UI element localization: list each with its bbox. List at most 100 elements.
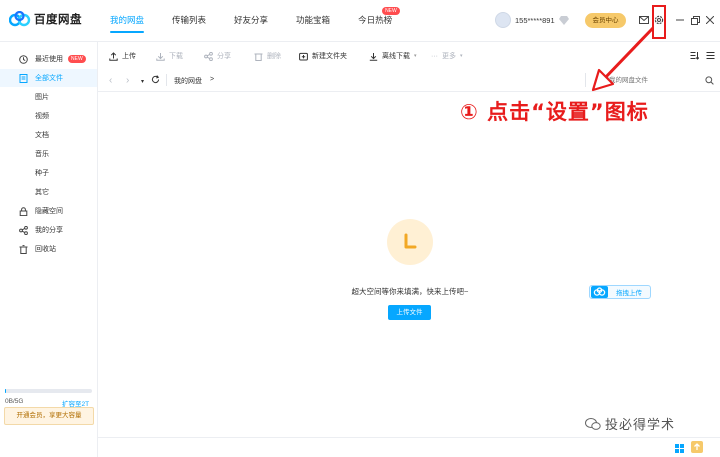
sidebar-item-torrents[interactable]: 种子	[0, 164, 97, 182]
new-folder-label: 新建文件夹	[312, 53, 347, 60]
sidebar-item-images[interactable]: 图片	[0, 88, 97, 106]
drag-upload-button[interactable]: 拖拽上传	[589, 285, 651, 299]
sidebar-item-my-share[interactable]: 我的分享	[0, 221, 97, 239]
user-info[interactable]: 155*****891	[495, 12, 569, 28]
upload-file-button[interactable]: 上传文件	[388, 305, 431, 320]
breadcrumb-separator: >	[210, 76, 215, 83]
list-view-icon[interactable]	[706, 51, 715, 60]
watermark: 投必得学术	[585, 414, 675, 433]
avatar[interactable]	[495, 12, 511, 28]
sidebar-item-label: 最近使用	[35, 56, 63, 63]
tab-label: 功能宝箱	[296, 15, 331, 25]
sidebar-item-videos[interactable]: 视频	[0, 107, 97, 125]
minimize-icon[interactable]	[674, 14, 686, 26]
sidebar-item-recycle-bin[interactable]: 回收站	[0, 240, 97, 258]
sidebar-item-label: 种子	[35, 170, 49, 177]
tab-hot-list[interactable]: 今日热榜 NEW	[358, 7, 400, 42]
back-icon[interactable]: ‹	[109, 75, 112, 86]
cloud-upload-icon	[591, 286, 608, 298]
upload-icon	[109, 51, 118, 61]
sidebar-item-label: 回收站	[35, 246, 56, 253]
download-button[interactable]: 下载	[156, 51, 183, 61]
clock-icon	[18, 54, 28, 64]
history-dropdown-icon[interactable]: ▾	[141, 78, 144, 85]
lock-icon	[18, 206, 28, 216]
chevron-down-icon: ▾	[414, 53, 417, 59]
sidebar-item-label: 音乐	[35, 151, 49, 158]
sidebar-item-recent[interactable]: 最近使用 NEW	[0, 50, 97, 68]
download-label: 下载	[169, 53, 183, 60]
main-nav: 我的网盘 传输列表 好友分享 功能宝箱 今日热榜 NEW	[110, 7, 420, 42]
sidebar-item-others[interactable]: 其它	[0, 183, 97, 201]
offline-download-button[interactable]: 离线下载 ▾	[369, 51, 417, 61]
download-icon	[156, 52, 165, 61]
tab-my-netdisk[interactable]: 我的网盘	[110, 14, 145, 42]
forward-icon[interactable]: ›	[126, 75, 129, 86]
tab-label: 传输列表	[172, 15, 207, 25]
username: 155*****891	[515, 15, 555, 25]
delete-label: 删除	[267, 53, 281, 60]
empty-folder-icon	[387, 219, 433, 265]
upgrade-promo-button[interactable]: 开通会员，享更大容量	[4, 407, 94, 425]
new-badge: NEW	[382, 7, 400, 15]
offline-download-icon	[369, 52, 378, 61]
watermark-text: 投必得学术	[605, 417, 676, 432]
offline-download-label: 离线下载	[382, 53, 410, 60]
trash-icon	[18, 244, 28, 254]
trash-icon	[254, 53, 263, 61]
search-icon[interactable]	[705, 76, 714, 85]
wechat-icon	[585, 417, 601, 430]
app-window: 百度网盘 我的网盘 传输列表 好友分享 功能宝箱 今日热榜 NEW 155****…	[0, 0, 720, 457]
share-icon	[18, 225, 28, 235]
new-badge: NEW	[68, 55, 86, 63]
upload-label: 上传	[122, 53, 136, 60]
sidebar-item-documents[interactable]: 文档	[0, 126, 97, 144]
logo-text: 百度网盘	[34, 14, 82, 26]
footer	[98, 437, 720, 457]
annotation-arrow	[591, 26, 655, 92]
tab-label: 好友分享	[234, 15, 269, 25]
tab-toolbox[interactable]: 功能宝箱	[296, 14, 330, 42]
tab-label: 我的网盘	[110, 15, 145, 25]
grid-view-icon[interactable]	[675, 444, 684, 453]
annotation-text: ① 点击“设置”图标	[460, 100, 649, 124]
tab-label: 今日热榜	[358, 15, 393, 25]
more-dots-icon: ···	[431, 52, 438, 60]
sidebar-item-label: 我的分享	[35, 227, 63, 234]
quota-text: 0B/5G	[5, 398, 24, 405]
sidebar-item-label: 图片	[35, 94, 49, 101]
new-folder-button[interactable]: 新建文件夹	[299, 51, 347, 61]
tab-transfer-list[interactable]: 传输列表	[172, 14, 206, 42]
close-icon[interactable]	[704, 14, 716, 26]
sidebar-item-label: 文档	[35, 132, 49, 139]
logo: 百度网盘	[9, 11, 82, 27]
more-label: 更多	[442, 53, 456, 60]
quota-progress-bar	[5, 389, 92, 393]
sidebar-item-label: 视频	[35, 113, 49, 120]
empty-message: 超大空间等你来填满，快来上传吧~	[351, 287, 469, 296]
restore-icon[interactable]	[689, 14, 701, 26]
sidebar: 最近使用 NEW 全部文件 图片 视频 文档 音乐 种子 其它 隐藏空间 我的分…	[0, 42, 98, 457]
divider	[166, 74, 167, 86]
file-icon	[18, 73, 28, 83]
sort-icon[interactable]	[690, 51, 699, 60]
breadcrumb[interactable]: 我的网盘	[174, 76, 202, 86]
share-label: 分享	[217, 53, 231, 60]
expand-quota-link[interactable]: 扩容至2T	[62, 398, 89, 408]
sidebar-item-hidden-space[interactable]: 隐藏空间	[0, 202, 97, 220]
drag-upload-label: 拖拽上传	[616, 290, 642, 297]
more-button[interactable]: ··· 更多 ▾	[431, 51, 463, 61]
quota-progress-fill	[5, 389, 6, 393]
chevron-down-icon: ▾	[460, 53, 463, 59]
tab-friend-share[interactable]: 好友分享	[234, 14, 268, 42]
sidebar-item-label: 隐藏空间	[35, 208, 63, 215]
sidebar-item-all-files[interactable]: 全部文件	[0, 69, 97, 87]
share-button[interactable]: 分享	[204, 51, 231, 61]
sidebar-item-label: 全部文件	[35, 75, 63, 82]
refresh-icon[interactable]	[151, 75, 160, 86]
baidu-netdisk-logo-icon	[9, 11, 31, 27]
transfer-upload-icon[interactable]	[691, 441, 703, 453]
sidebar-item-music[interactable]: 音乐	[0, 145, 97, 163]
delete-button[interactable]: 删除	[254, 51, 281, 61]
upload-button[interactable]: 上传	[109, 51, 136, 61]
